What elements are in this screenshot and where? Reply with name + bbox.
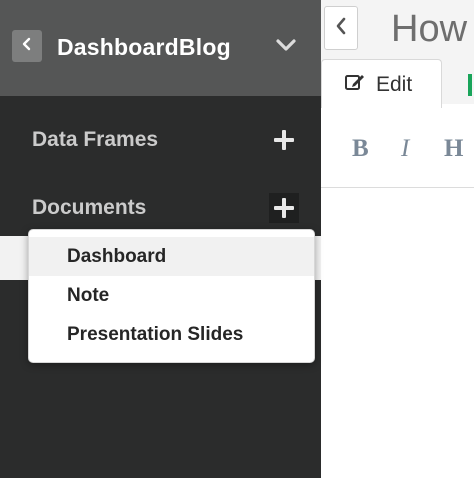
- preview-tab-indicator[interactable]: [468, 74, 472, 96]
- heading-button[interactable]: H: [444, 134, 463, 164]
- chevron-left-icon: [21, 36, 33, 57]
- collapse-sidebar-button[interactable]: [270, 33, 302, 61]
- sidebar-back-button[interactable]: [12, 30, 42, 62]
- italic-button[interactable]: I: [401, 134, 409, 164]
- app-title: DashboardBlog: [57, 34, 231, 60]
- plus-icon: [274, 130, 294, 150]
- tab-edit[interactable]: Edit: [321, 59, 442, 109]
- editor-back-button[interactable]: [324, 6, 358, 50]
- edit-icon: [344, 72, 366, 97]
- app-root: DashboardBlog Data Frames Documents How …: [0, 0, 474, 478]
- chevron-left-icon: [334, 16, 348, 41]
- sidebar-section-documents[interactable]: Documents: [32, 193, 146, 223]
- editor-panel: How Edit B I H: [321, 0, 474, 478]
- menu-item-dashboard[interactable]: Dashboard: [29, 237, 314, 276]
- menu-item-note[interactable]: Note: [29, 276, 314, 315]
- document-title[interactable]: How: [391, 4, 474, 54]
- chevron-down-icon: [275, 38, 297, 57]
- add-data-frame-button[interactable]: [269, 125, 299, 155]
- plus-icon: [274, 198, 294, 218]
- menu-item-presentation-slides[interactable]: Presentation Slides: [29, 315, 314, 354]
- new-document-menu: Dashboard Note Presentation Slides: [28, 229, 315, 363]
- bold-button[interactable]: B: [352, 134, 369, 164]
- sidebar-header: DashboardBlog: [0, 0, 321, 96]
- formatting-toolbar: B I H: [321, 108, 474, 188]
- tab-edit-label: Edit: [376, 72, 413, 96]
- sidebar-section-data-frames[interactable]: Data Frames: [32, 125, 158, 155]
- add-document-button[interactable]: [269, 193, 299, 223]
